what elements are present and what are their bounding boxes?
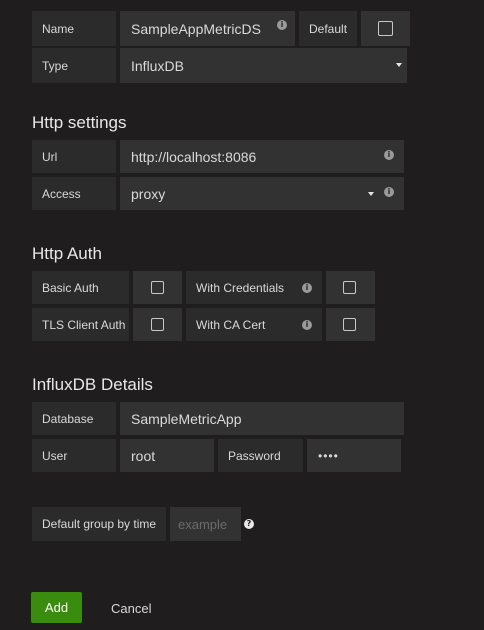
name-label: Name [32, 11, 116, 46]
database-input[interactable]: SampleMetricApp [120, 402, 404, 435]
name-value: SampleAppMetricDS [131, 20, 261, 37]
with-credentials-checkbox[interactable] [343, 281, 356, 294]
database-value: SampleMetricApp [131, 410, 242, 427]
user-value: root [131, 447, 156, 464]
access-select[interactable]: proxy [120, 177, 404, 210]
default-checkbox[interactable] [378, 21, 393, 36]
cancel-button[interactable]: Cancel [111, 601, 151, 616]
password-input[interactable]: •••• [307, 439, 401, 472]
tls-client-auth-label: TLS Client Auth [32, 308, 129, 341]
url-value: http://localhost:8086 [131, 148, 257, 165]
access-info-icon[interactable]: i [384, 187, 394, 197]
type-label: Type [32, 48, 116, 83]
default-label: Default [299, 11, 357, 46]
database-label: Database [32, 402, 116, 435]
url-label: Url [32, 140, 116, 173]
user-label: User [32, 439, 116, 472]
with-ca-cert-checkbox[interactable] [343, 318, 356, 331]
basic-auth-label: Basic Auth [32, 271, 129, 304]
password-value: •••• [318, 448, 339, 463]
group-by-time-input[interactable]: example [170, 507, 241, 541]
user-input[interactable]: root [120, 439, 214, 472]
default-checkbox-box[interactable] [361, 11, 410, 46]
group-by-time-label: Default group by time [32, 507, 166, 541]
access-value: proxy [131, 185, 166, 202]
name-info-icon[interactable]: i [277, 20, 287, 30]
type-caret-down-icon [396, 63, 402, 67]
type-select[interactable]: InfluxDB [120, 48, 407, 83]
group-by-time-placeholder: example [178, 516, 228, 532]
with-credentials-info-icon[interactable]: i [302, 283, 312, 293]
basic-auth-checkbox[interactable] [151, 281, 164, 294]
tls-client-auth-checkbox[interactable] [151, 318, 164, 331]
access-caret-down-icon [368, 192, 374, 196]
with-ca-cert-info-icon[interactable]: i [302, 320, 312, 330]
access-label: Access [32, 177, 116, 210]
url-input[interactable]: http://localhost:8086 [120, 140, 404, 173]
add-button[interactable]: Add [31, 592, 82, 623]
with-ca-cert-checkbox-box[interactable] [326, 308, 375, 341]
type-value: InfluxDB [131, 57, 184, 74]
http-settings-title: Http settings [32, 113, 127, 132]
password-label: Password [218, 439, 303, 472]
tls-client-auth-checkbox-box[interactable] [133, 308, 182, 341]
http-auth-title: Http Auth [32, 244, 102, 263]
url-info-icon[interactable]: i [384, 150, 394, 160]
name-input[interactable]: SampleAppMetricDS [120, 11, 295, 46]
basic-auth-checkbox-box[interactable] [133, 271, 182, 304]
group-by-time-question-icon[interactable]: ? [244, 519, 254, 529]
influxdb-details-title: InfluxDB Details [32, 375, 153, 394]
with-credentials-checkbox-box[interactable] [326, 271, 375, 304]
